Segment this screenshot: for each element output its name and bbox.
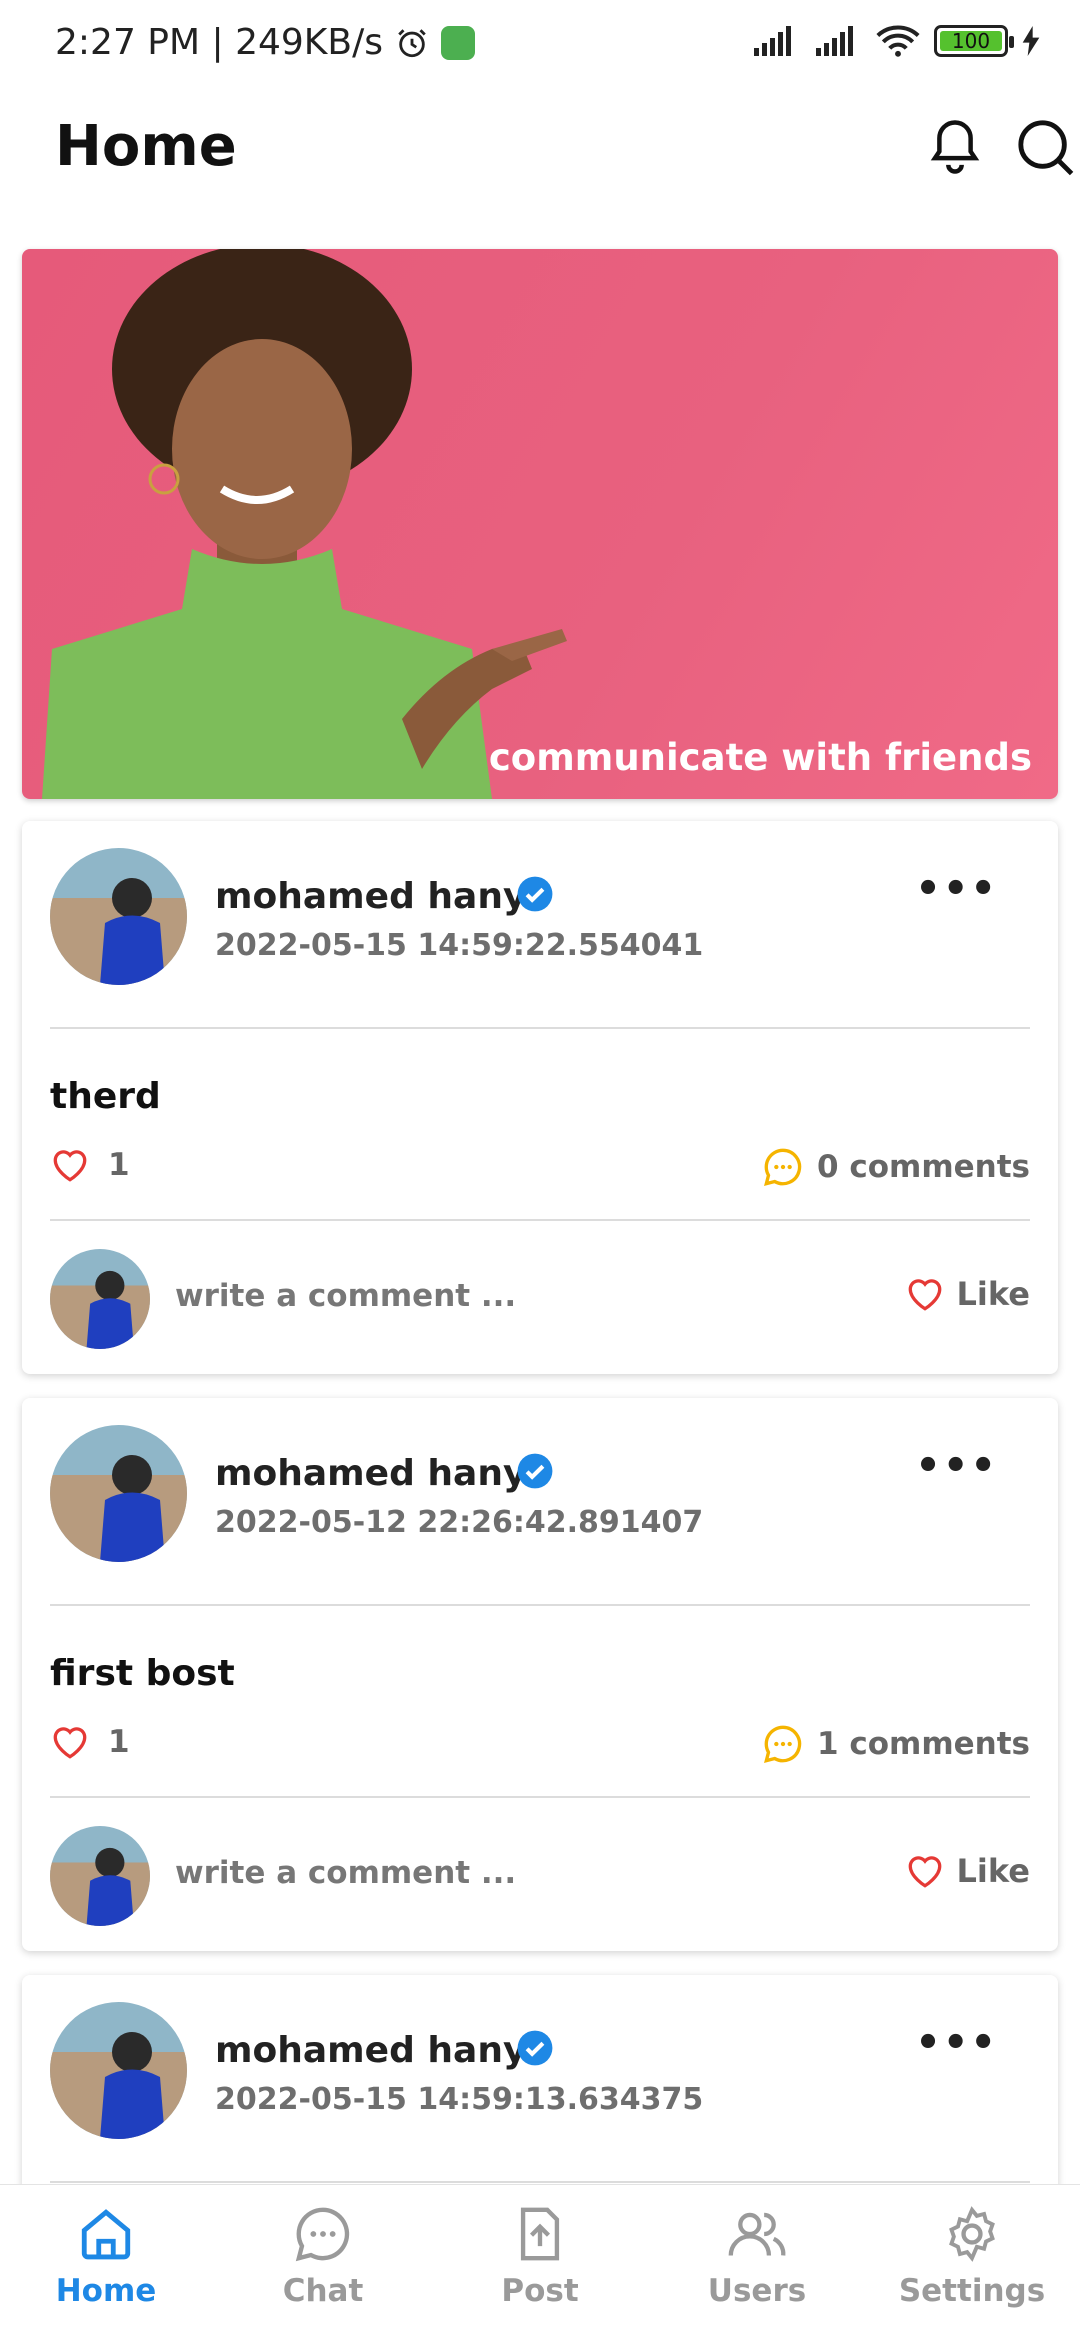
post-comments[interactable]: 0 comments [763, 1147, 1030, 1187]
my-avatar [50, 1826, 150, 1926]
avatar[interactable] [50, 2002, 187, 2139]
post-author[interactable]: mohamed hany [215, 2030, 526, 2071]
post-likes[interactable]: 1 [50, 1147, 130, 1183]
signal-icon [754, 26, 791, 56]
post-author[interactable]: mohamed hany [215, 1453, 526, 1494]
app-notification-icon [440, 25, 475, 60]
post-comments[interactable]: 1 comments [763, 1724, 1030, 1764]
page-title: Home [55, 114, 237, 179]
search-icon [1018, 120, 1074, 176]
notifications-button[interactable] [920, 112, 990, 182]
like-label: Like [956, 1852, 1030, 1890]
hero-banner: communicate with friends [22, 249, 1058, 799]
nav-label: Settings [898, 2273, 1046, 2309]
search-button[interactable] [1010, 112, 1080, 182]
charging-icon [1022, 26, 1040, 56]
divider [50, 1796, 1030, 1798]
alarm-icon [398, 28, 426, 57]
heart-icon [908, 1856, 941, 1888]
nav-users[interactable]: Users [667, 2205, 847, 2309]
users-icon [728, 2212, 786, 2256]
divider [50, 2181, 1030, 2183]
post-date: 2022-05-15 14:59:22.554041 [215, 928, 704, 963]
banner-caption: communicate with friends [488, 736, 1032, 779]
comment-icon [763, 1148, 802, 1186]
like-button[interactable]: Like [905, 1275, 1030, 1313]
status-bar: 2:27 PM | 249KB/s 100 [0, 0, 1080, 92]
avatar-image [50, 2002, 187, 2139]
nav-label: Post [501, 2273, 579, 2309]
heart-icon [53, 1727, 87, 1759]
nav-chat[interactable]: Chat [233, 2205, 413, 2309]
write-comment-input[interactable]: write a comment ... [175, 1278, 516, 1314]
divider [50, 1027, 1030, 1029]
avatar-image [50, 848, 187, 985]
avatar-image [50, 1425, 187, 1562]
nav-home[interactable]: Home [16, 2205, 196, 2309]
gear-icon [949, 2206, 995, 2262]
nav-label: Home [55, 2273, 157, 2309]
avatar[interactable] [50, 1425, 187, 1562]
wifi-icon [876, 25, 920, 57]
post-likes[interactable]: 1 [50, 1724, 130, 1760]
avatar[interactable] [50, 848, 187, 985]
comment-count: 1 comments [816, 1726, 1030, 1762]
verified-icon [517, 2030, 553, 2066]
divider [50, 1604, 1030, 1606]
nav-label: Chat [282, 2273, 364, 2309]
banner-person-image [42, 249, 567, 799]
post-author[interactable]: mohamed hany [215, 876, 526, 917]
heart-icon [908, 1279, 941, 1311]
upload-icon [520, 2207, 560, 2261]
avatar-image [50, 1826, 150, 1926]
comment-icon [763, 1725, 802, 1763]
signal-icon-2 [816, 26, 853, 56]
like-count: 1 [108, 1724, 130, 1760]
battery-icon: 100 [934, 25, 1014, 57]
post-card: mohamed hany 2022-05-15 14:59:22.554041 … [22, 821, 1058, 1374]
nav-post[interactable]: Post [450, 2205, 630, 2309]
home-icon [81, 2209, 131, 2260]
verified-icon [517, 876, 553, 912]
status-time: 2:27 PM | 249KB/s [55, 22, 383, 63]
post-card: mohamed hany 2022-05-12 22:26:42.891407 … [22, 1398, 1058, 1951]
app-bar: Home [0, 92, 1080, 242]
divider [50, 1219, 1030, 1221]
my-avatar [50, 1249, 150, 1349]
post-text: therd [50, 1076, 161, 1117]
like-button[interactable]: Like [905, 1852, 1030, 1890]
heart-icon [53, 1150, 87, 1182]
nav-label: Users [707, 2273, 807, 2309]
nav-settings[interactable]: Settings [882, 2205, 1062, 2309]
bell-icon [930, 120, 980, 174]
more-options-button[interactable]: ••• [915, 2020, 998, 2066]
avatar-image [50, 1249, 150, 1349]
bottom-navigation: Home Chat Post Users Settings [0, 2184, 1080, 2340]
post-text: first bost [50, 1653, 235, 1694]
post-date: 2022-05-15 14:59:13.634375 [215, 2082, 704, 2117]
more-options-button[interactable]: ••• [915, 866, 998, 912]
more-options-button[interactable]: ••• [915, 1443, 998, 1489]
verified-icon [517, 1453, 553, 1489]
like-count: 1 [108, 1147, 130, 1183]
chat-icon [295, 2207, 350, 2262]
post-date: 2022-05-12 22:26:42.891407 [215, 1505, 704, 1540]
comment-count: 0 comments [816, 1149, 1030, 1185]
like-label: Like [956, 1275, 1030, 1313]
write-comment-input[interactable]: write a comment ... [175, 1855, 516, 1891]
